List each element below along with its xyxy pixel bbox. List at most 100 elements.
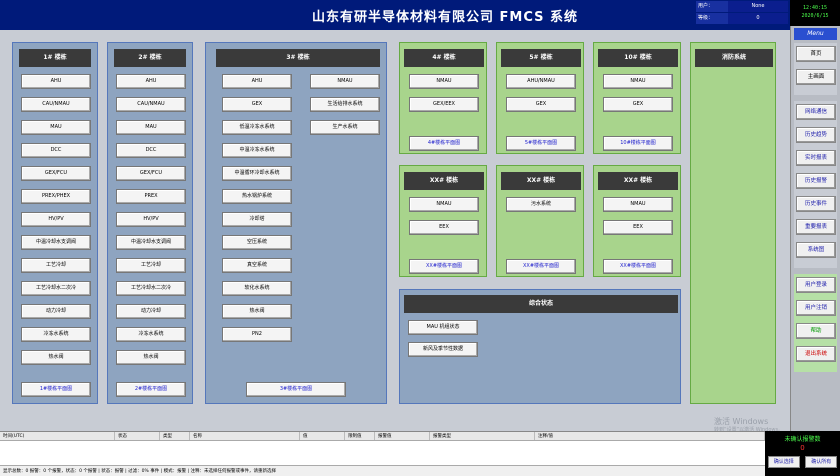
nav-help-button[interactable]: 帮助 [796,323,836,339]
nav-logout-button[interactable]: 用户注销 [796,300,836,316]
nav-group-bottom: 用户登录 用户注销 帮助 退出系统 [794,274,837,372]
b3-floorplan-link[interactable]: 3#楼栋平面图 [246,382,346,397]
b2-btn-12[interactable]: 热水阀 [116,350,186,365]
nav-important-report-button[interactable]: 重要报表 [796,219,836,235]
b3-col2-btn-0[interactable]: NMAU [310,74,380,89]
b10-floorplan-link[interactable]: 10#楼栋平面图 [603,136,673,151]
b1-btn-2[interactable]: MAU [21,120,91,135]
nav-realtime-report-button[interactable]: 实时报表 [796,150,836,166]
b1-btn-7[interactable]: 中温冷却水支调阀 [21,235,91,250]
fire-system-header[interactable]: 消防系统 [695,49,773,67]
b4-btn-1[interactable]: GEX/EEX [409,97,479,112]
nav-exit-button[interactable]: 退出系统 [796,346,836,362]
b2-floorplan-link[interactable]: 2#楼栋平面图 [116,382,186,397]
bxx3-btn-0[interactable]: NMAU [603,197,673,212]
b1-btn-1[interactable]: CAU/NMAU [21,97,91,112]
b3-col1-btn-7[interactable]: 空压系统 [222,235,292,250]
b4-floorplan-link[interactable]: 4#楼栋平面图 [409,136,479,151]
nav-login-button[interactable]: 用户登录 [796,277,836,293]
b2-btn-8[interactable]: 工艺冷却 [116,258,186,273]
b5-btn-1[interactable]: GEX [506,97,576,112]
b3-col2-btn-1[interactable]: 生活给排水系统 [310,97,380,112]
b5-btn-0[interactable]: AHU/NMAU [506,74,576,89]
ack-all-button[interactable]: 确认所有 [805,456,838,468]
b1-btn-10[interactable]: 动力冷却 [21,304,91,319]
b3-col1-btn-5[interactable]: 热水锅炉系统 [222,189,292,204]
nav-event-history-button[interactable]: 历史事件 [796,196,836,212]
building-5-header: 5# 楼栋 [501,49,581,67]
alarm-col-time[interactable]: 时间(UTC) [0,432,115,440]
b2-btn-7[interactable]: 中温冷却水支调阀 [116,235,186,250]
bxx2-btn-0[interactable]: 污水系统 [506,197,576,212]
alarm-col-value[interactable]: 值 [300,432,345,440]
combo-btn-0[interactable]: MAU 机组状态 [408,320,478,335]
b1-btn-12[interactable]: 热水阀 [21,350,91,365]
nav-group-mid: 网络通信 历史趋势 实时报表 历史报警 历史事件 重要报表 系统图 [794,101,837,268]
b2-btn-1[interactable]: CAU/NMAU [116,97,186,112]
combined-status-panel: 综合状态 MAU 机组状态 新风及季节性数据 [399,289,681,404]
b3-col1-btn-11[interactable]: PN2 [222,327,292,342]
b3-col1-btn-9[interactable]: 软化水系统 [222,281,292,296]
nav-trend-button[interactable]: 历史趋势 [796,127,836,143]
b1-btn-6[interactable]: HV/PV [21,212,91,227]
b1-floorplan-link[interactable]: 1#楼栋平面图 [21,382,91,397]
b3-col1-btn-1[interactable]: GEX [222,97,292,112]
b2-btn-3[interactable]: DCC [116,143,186,158]
alarm-col-state[interactable]: 状态 [115,432,160,440]
b1-btn-9[interactable]: 工艺冷却水二次冷 [21,281,91,296]
b3-col1-btn-4[interactable]: 中温循环冷却水系统 [222,166,292,181]
b2-btn-0[interactable]: AHU [116,74,186,89]
b3-col1-btn-6[interactable]: 冷却塔 [222,212,292,227]
b5-floorplan-link[interactable]: 5#楼栋平面图 [506,136,576,151]
bxx3-btn-1[interactable]: EEX [603,220,673,235]
alarm-col-limit[interactable]: 限制值 [345,432,375,440]
combo-btn-1[interactable]: 新风及季节性数据 [408,342,478,357]
b4-btn-0[interactable]: NMAU [409,74,479,89]
b2-btn-5[interactable]: PREX [116,189,186,204]
alarm-col-comment[interactable]: 注释/值 [535,432,765,440]
alarm-col-alarm-type[interactable]: 报警类型 [430,432,535,440]
bxx1-floorplan-link[interactable]: XX#楼栋平面图 [409,259,479,274]
nav-network-button[interactable]: 网络通信 [796,104,836,120]
b1-btn-5[interactable]: PREX/PHEX [21,189,91,204]
nav-main-button[interactable]: 主画面 [796,69,836,85]
nav-system-diagram-button[interactable]: 系统图 [796,242,836,258]
b10-btn-1[interactable]: GEX [603,97,673,112]
b2-btn-4[interactable]: GEX/FCU [116,166,186,181]
nav-home-button[interactable]: 首页 [796,46,836,62]
b3-col2-btn-2[interactable]: 生产水系统 [310,120,380,135]
b2-btn-11[interactable]: 冷冻水系统 [116,327,186,342]
nav-alarm-history-button[interactable]: 历史报警 [796,173,836,189]
ack-panel: 未确认报警数 0 确认选择 确认所有 [765,431,840,476]
b10-btn-0[interactable]: NMAU [603,74,673,89]
b3-col1-btn-8[interactable]: 真空系统 [222,258,292,273]
bxx3-floorplan-link[interactable]: XX#楼栋平面图 [603,259,673,274]
b3-col1-btn-10[interactable]: 热水阀 [222,304,292,319]
building-10-panel: 10# 楼栋 NMAU GEX 10#楼栋平面图 [593,42,681,154]
building-xx-1-panel: XX# 楼栋 NMAU EEX XX#楼栋平面图 [399,165,487,277]
alarm-col-alarm-value[interactable]: 报警值 [375,432,430,440]
b1-btn-8[interactable]: 工艺冷却 [21,258,91,273]
b1-btn-0[interactable]: AHU [21,74,91,89]
b3-col1-btn-3[interactable]: 中温冷冻水系统 [222,143,292,158]
alarm-col-type[interactable]: 类型 [160,432,190,440]
b2-btn-10[interactable]: 动力冷却 [116,304,186,319]
b2-btn-2[interactable]: MAU [116,120,186,135]
building-3-header: 3# 楼栋 [216,49,380,67]
alarm-table: 时间(UTC) 状态 类型 名称 值 限制值 报警值 报警类型 注释/值 显示总… [0,431,765,476]
b3-col1-btn-2[interactable]: 低温冷冻水系统 [222,120,292,135]
b2-btn-9[interactable]: 工艺冷却水二次冷 [116,281,186,296]
title-bar: 山东有研半导体材料有限公司 FMCS 系统 用户： None 等级： 0 [0,0,790,30]
b1-btn-11[interactable]: 冷冻水系统 [21,327,91,342]
bxx1-btn-1[interactable]: EEX [409,220,479,235]
bxx2-floorplan-link[interactable]: XX#楼栋平面图 [506,259,576,274]
b2-btn-6[interactable]: HV/PV [116,212,186,227]
user-value: None [728,1,788,12]
nav-group-top: 首页 主画面 [794,43,837,95]
alarm-col-name[interactable]: 名称 [190,432,300,440]
b1-btn-4[interactable]: GEX/FCU [21,166,91,181]
b3-col1-btn-0[interactable]: AHU [222,74,292,89]
bxx1-btn-0[interactable]: NMAU [409,197,479,212]
ack-selected-button[interactable]: 确认选择 [767,456,800,468]
b1-btn-3[interactable]: DCC [21,143,91,158]
